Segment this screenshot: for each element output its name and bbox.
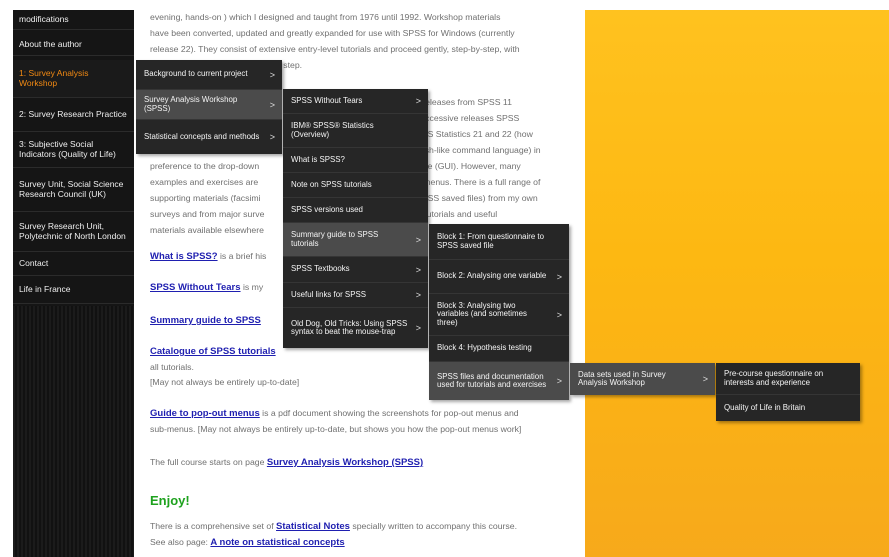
chevron-right-icon: >: [415, 264, 421, 275]
chevron-right-icon: >: [415, 322, 421, 333]
paragraph-line: surveys and from major surve: [150, 209, 265, 219]
paragraph-line: SPSS saved files) from my own: [416, 193, 538, 203]
flyout-menu-level1: Background to current project > Survey An…: [136, 60, 282, 154]
paragraph-line: ll releases from SPSS 11: [416, 97, 512, 107]
flyout-menu-level5: Pre-course questionnaire on interests an…: [716, 363, 860, 421]
flyout-menu-level3: Block 1: From questionnaire to SPSS save…: [429, 224, 569, 400]
chevron-right-icon: >: [415, 95, 421, 106]
survey-analysis-workshop-link[interactable]: Survey Analysis Workshop (SPSS): [267, 457, 423, 468]
menu-item-spss-files-documentation[interactable]: SPSS files and documentation used for tu…: [429, 362, 569, 400]
see-also-line: See also page: A note on statistical con…: [150, 537, 345, 548]
chevron-right-icon: >: [269, 99, 275, 110]
paragraph-line: glish-like command language) in: [416, 145, 541, 155]
menu-item-quality-of-life-britain[interactable]: Quality of Life in Britain: [716, 395, 860, 421]
course-line: The full course starts on page Survey An…: [150, 457, 424, 468]
chevron-right-icon: >: [269, 131, 275, 142]
chevron-right-icon: >: [702, 373, 708, 384]
menu-item-spss-versions[interactable]: SPSS versions used: [283, 198, 428, 223]
paragraph-line: n menus. There is a full range of: [416, 177, 541, 187]
chevron-right-icon: >: [415, 289, 421, 300]
menu-item-summary-guide[interactable]: Summary guide to SPSS tutorials >: [283, 223, 428, 257]
menu-item-survey-analysis-workshop[interactable]: Survey Analysis Workshop (SPSS) >: [136, 90, 282, 120]
catalogue-line: Catalogue of SPSS tutorials: [150, 344, 276, 359]
sidebar-item-life-in-france[interactable]: Life in France: [13, 276, 134, 304]
paragraph-line: have been converted, updated and greatly…: [150, 28, 515, 38]
menu-item-spss-textbooks[interactable]: SPSS Textbooks >: [283, 257, 428, 283]
menu-item-note-on-tutorials[interactable]: Note on SPSS tutorials: [283, 173, 428, 198]
without-tears-line: SPSS Without Tears is my: [150, 282, 264, 293]
paragraph-line: materials available elsewhere: [150, 225, 264, 235]
flyout-menu-level4: Data sets used in Survey Analysis Worksh…: [570, 363, 715, 395]
menu-item-data-sets[interactable]: Data sets used in Survey Analysis Worksh…: [570, 363, 715, 395]
sidebar-pattern: [13, 306, 134, 557]
all-tutorials-text: all tutorials.: [150, 362, 194, 372]
catalogue-link[interactable]: Catalogue of SPSS tutorials: [150, 346, 276, 357]
top-strip: [0, 0, 889, 10]
paragraph-line: S tutorials and useful: [416, 209, 498, 219]
menu-item-useful-links[interactable]: Useful links for SPSS >: [283, 283, 428, 308]
menu-item-what-is-spss[interactable]: What is SPSS?: [283, 148, 428, 173]
sidebar-nav: modifications About the author 1: Survey…: [13, 10, 134, 557]
chevron-right-icon: >: [415, 234, 421, 245]
chevron-right-icon: >: [556, 271, 562, 282]
menu-item-background[interactable]: Background to current project >: [136, 60, 282, 90]
paragraph-line: preference to the drop-down: [150, 161, 260, 171]
paragraph-line: face (GUI). However, many: [416, 161, 521, 171]
what-is-spss-line: What is SPSS? is a brief his: [150, 251, 267, 262]
menu-item-block-3[interactable]: Block 3: Analysing two variables (and so…: [429, 294, 569, 336]
menu-item-block-2[interactable]: Block 2: Analysing one variable >: [429, 260, 569, 294]
paragraph-line: supporting materials (facsimi: [150, 193, 261, 203]
menu-item-old-dog-old-tricks[interactable]: Old Dog, Old Tricks: Using SPSS syntax t…: [283, 308, 428, 348]
sidebar-item-subjective-social-indicators[interactable]: 3: Subjective Social Indicators (Quality…: [13, 132, 134, 168]
may-not-text: [May not always be entirely up-to-date]: [150, 377, 300, 387]
what-is-spss-link[interactable]: What is SPSS?: [150, 251, 218, 262]
summary-guide-link[interactable]: Summary guide to SPSS: [150, 315, 261, 326]
menu-item-block-4[interactable]: Block 4: Hypothesis testing: [429, 336, 569, 362]
paragraph-line: release 22). They consist of extensive e…: [150, 44, 520, 54]
orange-side-panel: [585, 10, 889, 557]
menu-item-pre-course-questionnaire[interactable]: Pre-course questionnaire on interests an…: [716, 363, 860, 395]
flyout-menu-level2: SPSS Without Tears > IBM® SPSS® Statistic…: [283, 89, 428, 348]
chevron-right-icon: >: [269, 69, 275, 80]
sidebar-item-contact[interactable]: Contact: [13, 252, 134, 276]
menu-item-ibm-spss-overview[interactable]: IBM® SPSS® Statistics (Overview): [283, 114, 428, 148]
summary-line: Summary guide to SPSS: [150, 313, 261, 328]
guide-line-2: sub-menus. [May not always be entirely u…: [150, 424, 522, 434]
paragraph-line: PSS Statistics 21 and 22 (how: [416, 129, 533, 139]
chevron-right-icon: >: [556, 375, 562, 386]
guide-popout-link[interactable]: Guide to pop-out menus: [150, 408, 260, 419]
spss-without-tears-link[interactable]: SPSS Without Tears: [150, 282, 241, 293]
sidebar-item-modifications[interactable]: modifications: [13, 10, 134, 30]
chevron-right-icon: >: [556, 309, 562, 320]
sidebar-item-survey-analysis-workshop[interactable]: 1: Survey Analysis Workshop: [13, 60, 134, 98]
note-statistical-concepts-link[interactable]: A note on statistical concepts: [210, 537, 344, 548]
menu-item-statistical-concepts[interactable]: Statistical concepts and methods >: [136, 120, 282, 154]
menu-item-block-1[interactable]: Block 1: From questionnaire to SPSS save…: [429, 224, 569, 260]
left-margin: [0, 10, 13, 557]
paragraph-line: evening, hands-on ) which I designed and…: [150, 12, 501, 22]
sidebar-item-survey-research-practice[interactable]: 2: Survey Research Practice: [13, 98, 134, 132]
guide-line: Guide to pop-out menus is a pdf document…: [150, 408, 519, 419]
statistical-notes-line: There is a comprehensive set of Statisti…: [150, 521, 518, 532]
sidebar-item-survey-unit-ssrc[interactable]: Survey Unit, Social Science Research Cou…: [13, 168, 134, 212]
menu-item-spss-without-tears[interactable]: SPSS Without Tears >: [283, 89, 428, 114]
enjoy-heading: Enjoy!: [150, 493, 190, 508]
statistical-notes-link[interactable]: Statistical Notes: [276, 521, 350, 532]
paragraph-line: examples and exercises are: [150, 177, 259, 187]
sidebar-item-survey-research-unit[interactable]: Survey Research Unit, Polytechnic of Nor…: [13, 212, 134, 252]
paragraph-line: successive releases SPSS: [416, 113, 520, 123]
sidebar-item-about-author[interactable]: About the author: [13, 34, 134, 56]
